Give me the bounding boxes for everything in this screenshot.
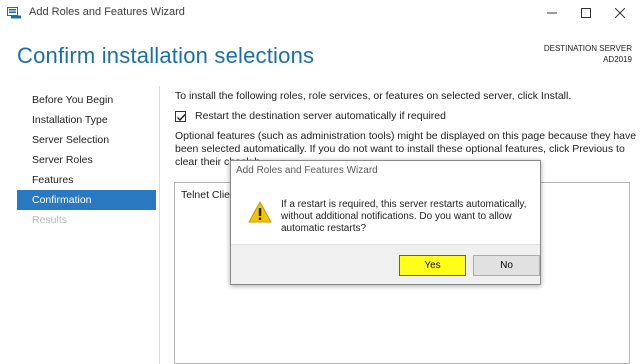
title-bar: Add Roles and Features Wizard — [0, 0, 640, 26]
no-button[interactable]: No — [473, 255, 540, 276]
server-manager-icon — [7, 6, 21, 19]
intro-text: To install the following roles, role ser… — [175, 90, 572, 102]
close-button[interactable] — [598, 0, 640, 26]
close-icon — [615, 8, 625, 18]
warning-icon — [248, 200, 272, 223]
wizard-steps-nav: Before You Begin Installation Type Serve… — [17, 90, 156, 230]
checkmark-icon — [177, 113, 186, 121]
nav-item-server-selection[interactable]: Server Selection — [17, 130, 156, 150]
destination-server-label: DESTINATION SERVER — [543, 44, 632, 53]
nav-item-confirmation[interactable]: Confirmation — [17, 190, 156, 210]
dialog-button-bar: Yes No — [231, 244, 540, 284]
dialog-message: If a restart is required, this server re… — [281, 199, 527, 234]
nav-item-results: Results — [32, 214, 68, 226]
page-title: Confirm installation selections — [17, 43, 315, 68]
restart-option: Restart the destination server automatic… — [175, 110, 446, 122]
restart-confirm-dialog: Add Roles and Features Wizard If a resta… — [230, 160, 541, 285]
restart-checkbox-label[interactable]: Restart the destination server automatic… — [195, 110, 446, 122]
yes-button[interactable]: Yes — [399, 255, 466, 276]
maximize-icon — [581, 8, 591, 18]
nav-item-before-you-begin[interactable]: Before You Begin — [17, 90, 156, 110]
destination-server-name: AD2019 — [603, 55, 632, 64]
dialog-title: Add Roles and Features Wizard — [236, 165, 378, 176]
window-title: Add Roles and Features Wizard — [29, 6, 185, 18]
minimize-icon — [547, 12, 557, 14]
nav-divider — [159, 86, 160, 364]
restart-checkbox[interactable] — [175, 110, 186, 122]
nav-item-server-roles[interactable]: Server Roles — [17, 150, 156, 170]
nav-item-installation-type[interactable]: Installation Type — [17, 110, 156, 130]
nav-item-features[interactable]: Features — [17, 170, 156, 190]
